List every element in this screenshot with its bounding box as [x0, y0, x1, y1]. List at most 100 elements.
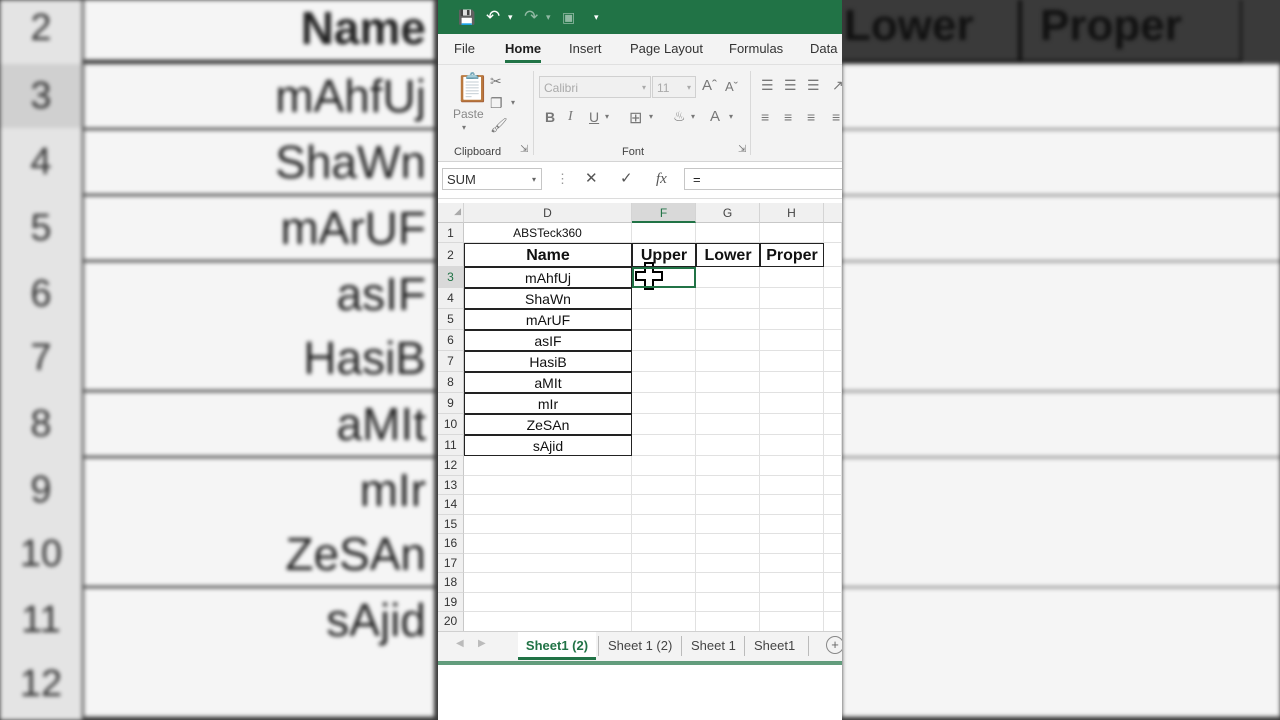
cell-i6[interactable] [824, 330, 842, 351]
cell-g12[interactable] [696, 456, 760, 476]
cell-i9[interactable] [824, 393, 842, 414]
row-header[interactable]: 6 [438, 330, 464, 351]
paste-label[interactable]: Paste [453, 107, 484, 121]
cell-f9[interactable] [632, 393, 696, 414]
italic-icon[interactable]: I [568, 109, 573, 125]
underline-dropdown-icon[interactable]: ▾ [605, 112, 609, 121]
formula-input[interactable]: = [684, 168, 842, 190]
cell-g17[interactable] [696, 553, 760, 573]
cell-i1[interactable] [824, 223, 842, 243]
top-align-icon[interactable]: ☰ [761, 77, 774, 94]
tab-page-layout[interactable]: Page Layout [630, 34, 703, 64]
cell-h13[interactable] [760, 475, 824, 495]
cell-h5[interactable] [760, 309, 824, 330]
cell-d19[interactable] [464, 592, 632, 612]
cell-g6[interactable] [696, 330, 760, 351]
sheet-tab-sheet-1-2[interactable]: Sheet 1 (2) [608, 632, 672, 660]
cell-g1[interactable] [696, 223, 760, 243]
cell-d14[interactable] [464, 495, 632, 515]
borders-dropdown-icon[interactable]: ▾ [649, 112, 653, 121]
cell-f12[interactable] [632, 456, 696, 476]
cell-f14[interactable] [632, 495, 696, 515]
cell-d20[interactable] [464, 612, 632, 632]
cell-h16[interactable] [760, 534, 824, 554]
underline-icon[interactable]: U [589, 109, 599, 125]
cell-i12[interactable] [824, 456, 842, 476]
cell-d15[interactable] [464, 514, 632, 534]
cell-g8[interactable] [696, 372, 760, 393]
column-header-g[interactable]: G [696, 203, 760, 223]
cell-h3[interactable] [760, 267, 824, 288]
cell-g3[interactable] [696, 267, 760, 288]
cell-g15[interactable] [696, 514, 760, 534]
cell-g14[interactable] [696, 495, 760, 515]
cell-g7[interactable] [696, 351, 760, 372]
cell-h14[interactable] [760, 495, 824, 515]
cell-d18[interactable] [464, 573, 632, 593]
cell-i16[interactable] [824, 534, 842, 554]
font-color-icon[interactable]: A [710, 108, 720, 125]
copy-dropdown-icon[interactable]: ▾ [511, 98, 515, 107]
cell-i20[interactable] [824, 612, 842, 632]
cell-f7[interactable] [632, 351, 696, 372]
font-launcher-icon[interactable]: ⇲ [738, 144, 746, 155]
undo-dropdown-icon[interactable]: ▾ [508, 0, 513, 34]
cell-i14[interactable] [824, 495, 842, 515]
redo-dropdown-icon[interactable]: ▾ [546, 0, 551, 34]
cell-h11[interactable] [760, 435, 824, 456]
align-center-icon[interactable]: ≡ [784, 109, 792, 125]
align-left-icon[interactable]: ≡ [761, 109, 769, 125]
sheet-tab-sheet-1[interactable]: Sheet 1 [691, 632, 736, 660]
cell-f6[interactable] [632, 330, 696, 351]
cell-g2[interactable]: Lower [696, 243, 760, 267]
add-sheet-icon[interactable]: + [826, 636, 842, 654]
cell-d6[interactable]: asIF [464, 330, 632, 351]
cell-i13[interactable] [824, 475, 842, 495]
worksheet-grid[interactable]: ◢ D F G H 1 ABSTeck360 2 Name Upper Lower Prop… [438, 203, 842, 651]
font-size-box[interactable]: 11 ▾ [652, 76, 696, 98]
cell-h20[interactable] [760, 612, 824, 632]
fill-color-icon[interactable]: ♨ [673, 108, 686, 125]
tab-file[interactable]: File [454, 34, 475, 64]
cell-i4[interactable] [824, 288, 842, 309]
cell-f8[interactable] [632, 372, 696, 393]
enter-formula-icon[interactable]: ✓ [620, 168, 633, 190]
cell-i8[interactable] [824, 372, 842, 393]
cell-f18[interactable] [632, 573, 696, 593]
middle-align-icon[interactable]: ☰ [784, 77, 797, 94]
bottom-align-icon[interactable]: ☰ [807, 77, 820, 94]
cell-i2[interactable] [824, 243, 842, 267]
row-header[interactable]: 12 [438, 456, 464, 476]
cell-f11[interactable] [632, 435, 696, 456]
cell-g10[interactable] [696, 414, 760, 435]
cell-d17[interactable] [464, 553, 632, 573]
cell-g11[interactable] [696, 435, 760, 456]
cell-d13[interactable] [464, 475, 632, 495]
cell-f4[interactable] [632, 288, 696, 309]
borders-icon[interactable]: ⊞ [629, 108, 642, 128]
cell-f16[interactable] [632, 534, 696, 554]
column-header-h[interactable]: H [760, 203, 824, 223]
align-right-icon[interactable]: ≡ [807, 109, 815, 125]
undo-icon[interactable]: ↶ [486, 0, 500, 34]
cell-f1[interactable] [632, 223, 696, 243]
cell-d11[interactable]: sAjid [464, 435, 632, 456]
cell-f13[interactable] [632, 475, 696, 495]
cell-h6[interactable] [760, 330, 824, 351]
cell-d16[interactable] [464, 534, 632, 554]
row-header[interactable]: 11 [438, 435, 464, 456]
cell-d5[interactable]: mArUF [464, 309, 632, 330]
paste-dropdown-icon[interactable]: ▾ [462, 123, 466, 132]
cell-i3[interactable] [824, 267, 842, 288]
cell-i18[interactable] [824, 573, 842, 593]
cell-h9[interactable] [760, 393, 824, 414]
print-preview-icon[interactable]: ▣ [562, 0, 575, 34]
font-name-box[interactable]: Calibri ▾ [539, 76, 651, 98]
cell-h2[interactable]: Proper [760, 243, 824, 267]
redo-icon[interactable]: ↷ [524, 0, 538, 34]
row-header[interactable]: 14 [438, 495, 464, 515]
copy-icon[interactable]: ❐ [490, 95, 503, 112]
font-color-dropdown-icon[interactable]: ▾ [729, 112, 733, 121]
tab-data[interactable]: Data [810, 34, 837, 64]
column-header-next[interactable] [824, 203, 842, 223]
